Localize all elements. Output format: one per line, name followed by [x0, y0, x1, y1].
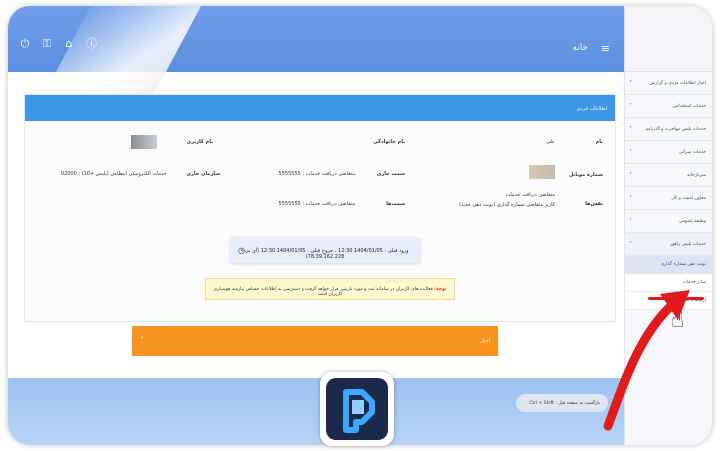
chevron-down-icon: ˅ — [629, 218, 632, 225]
warning-note: توجه: فعالیت های کاربران در سامانه ثبت و… — [205, 278, 455, 300]
sidebar-item-label: خدمات استخدامی — [672, 104, 706, 109]
hamburger-icon[interactable]: ≡ — [601, 42, 610, 55]
note-text: فعالیت های کاربران در سامانه ثبت و مورد … — [213, 287, 433, 297]
logo-mark — [326, 378, 388, 440]
mobile-redacted — [529, 165, 555, 179]
chevron-up-icon: ˄ — [629, 241, 632, 248]
roles-label: نقش‌ها — [585, 201, 603, 207]
highlight-underline — [648, 297, 704, 300]
posts-label: سمت‌ها — [386, 201, 405, 207]
sidebar-item-heritage[interactable]: ˅ خدمات میراثی — [625, 141, 712, 164]
sidebar-item-traffic-police[interactable]: ˄ خدمات پلیس راهور — [625, 233, 712, 256]
sidebar-item-label: نوبت دهی شماره گذاری — [660, 262, 706, 267]
sidebar-item-security[interactable]: ˅ معاون امنیت و کار — [625, 187, 712, 210]
current-post-label: سمت جاری — [376, 171, 405, 177]
roles-value-1: متقاضی دریافت خدمات — [505, 192, 555, 198]
header-actions: ⏻ ⚿ ⌂ ⓘ — [20, 38, 97, 49]
posts-value: 5555555 : متقاضی دریافت خدمات — [278, 201, 355, 207]
name-value: علی — [546, 139, 555, 145]
sidebar-item-plate-appointment[interactable]: نوبت دهی شماره گذاری — [625, 256, 712, 274]
sidebar: ˅ اخبار اطلاعات فردی و گزارش ˅ خدمات استخد… — [624, 6, 712, 445]
hand-cursor-icon: ☝ — [671, 308, 685, 333]
sidebar-item-barracks[interactable]: ˅ سربازخانه — [625, 164, 712, 187]
sidebar-item-reports[interactable]: ˅ اخبار اطلاعات فردی و گزارش — [625, 72, 712, 95]
sidebar-item-label: وظیفه عمومی — [678, 219, 706, 224]
username-redacted — [131, 135, 157, 149]
news-label: اخبار — [480, 338, 490, 344]
news-accordion[interactable]: ˅ اخبار — [132, 326, 498, 356]
last-login-box: ◷ ورود قبلی : 1404/01/05 12:30 ، خروج قب… — [230, 237, 420, 263]
last-login-text: ورود قبلی : 1404/01/05 12:30 ، خروج قبلی… — [241, 248, 409, 260]
chevron-down-icon: ˅ — [629, 195, 632, 202]
sidebar-item-military[interactable]: ˅ وظیفه عمومی — [625, 210, 712, 233]
chevron-down-icon: ˅ — [140, 336, 144, 345]
family-label: نام خانوادگی — [373, 139, 405, 145]
sidebar-item-label: اخبار اطلاعات فردی و گزارش — [649, 81, 706, 86]
home-link[interactable]: خانه — [572, 43, 588, 53]
note-prefix: توجه: — [434, 287, 447, 292]
top-header: ⏻ ⚿ ⌂ ⓘ خانه ≡ — [8, 6, 624, 72]
username-label: نام کاربری — [186, 139, 213, 145]
mobile-label: شماره موبایل — [568, 172, 603, 178]
org-value: 02000 : خدمات الکترونیکی انتظامی (پلیس +… — [60, 171, 167, 177]
sidebar-item-label: خدمات پلیس راهور — [669, 242, 706, 247]
sidebar-item-contact[interactable]: ارتباط با ما — [625, 292, 712, 310]
chevron-down-icon: ˅ — [629, 103, 632, 110]
sidebar-item-immigration[interactable]: ˅ خدمات پلیس مهاجرت و گذرنامه — [625, 118, 712, 141]
org-label: سازمان جاری — [186, 171, 220, 177]
power-icon[interactable]: ⏻ — [20, 38, 30, 49]
key-icon[interactable]: ⚿ — [42, 38, 52, 49]
sidebar-item-label: معاون امنیت و کار — [671, 196, 706, 201]
panel-title: اطلاعات فردی — [25, 95, 615, 121]
sidebar-item-label: سربازخانه — [687, 173, 706, 178]
home-icon[interactable]: ⌂ — [64, 38, 74, 49]
chevron-down-icon: ˅ — [629, 172, 632, 179]
chevron-down-icon: ˅ — [629, 149, 632, 156]
back-shortcut-hint: Ctrl + Shift : بازگشت به صفحه قبل — [516, 394, 608, 412]
sidebar-item-label: خدمات پلیس مهاجرت و گذرنامه — [645, 127, 706, 132]
chevron-down-icon: ˅ — [629, 80, 632, 87]
roles-value-2: کاربر متقاضی شماره گذاری (نوبت دهی جدید) — [459, 202, 555, 208]
sidebar-item-label: خدمات میراثی — [678, 150, 706, 155]
brand-logo — [320, 372, 394, 446]
sidebar-header — [625, 6, 712, 72]
sidebar-item-employment[interactable]: ˅ خدمات استخدامی — [625, 95, 712, 118]
current-post-value: 5555555 : متقاضی دریافت خدمات — [278, 171, 355, 177]
sidebar-item-other-services[interactable]: سایر خدمات — [625, 274, 712, 292]
personal-info-panel: اطلاعات فردی نام علی نام خانوادگی نام کا… — [24, 94, 616, 322]
sidebar-item-label: سایر خدمات — [682, 280, 706, 285]
clock-icon: ◷ — [238, 246, 245, 255]
name-label: نام — [595, 139, 603, 145]
info-icon[interactable]: ⓘ — [86, 38, 97, 49]
chevron-down-icon: ˅ — [629, 126, 632, 133]
